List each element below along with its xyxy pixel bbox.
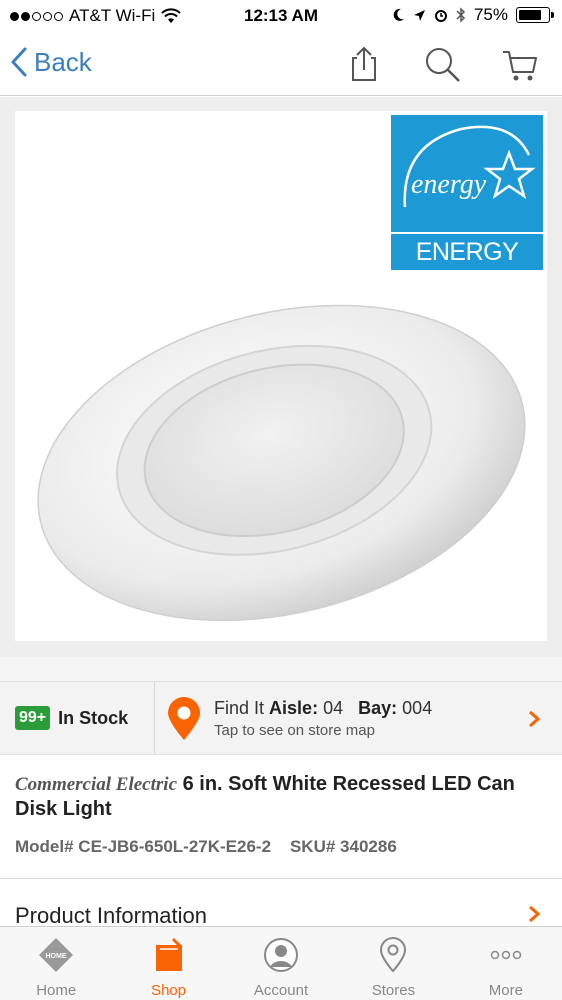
- status-bar: AT&T Wi-Fi 12:13 AM 75%: [0, 0, 562, 32]
- bay-label: Bay:: [358, 698, 398, 718]
- search-icon[interactable]: [422, 44, 462, 84]
- tab-label: Shop: [151, 982, 187, 999]
- model-label: Model#: [15, 837, 74, 856]
- shop-icon: [155, 937, 182, 971]
- store-availability-row[interactable]: 99+ In Stock Find It Aisle: 04 Bay: 004 …: [0, 681, 562, 755]
- tab-home[interactable]: HOME Home: [0, 927, 112, 1000]
- back-label: Back: [34, 46, 92, 77]
- bluetooth-icon: [456, 7, 466, 23]
- battery-percent: 75%: [473, 5, 508, 24]
- model-sku-line: Model# CE-JB6-650L-27K-E26-2 SKU# 340286: [15, 837, 397, 857]
- chevron-right-icon: [529, 710, 540, 728]
- cart-icon[interactable]: [500, 44, 540, 84]
- bay-value: 004: [402, 698, 433, 718]
- product-image-area: energy ENERGY STAR: [0, 97, 562, 657]
- aisle-value: 04: [323, 698, 344, 718]
- tab-label: Home: [36, 982, 77, 999]
- section-divider: [0, 657, 562, 681]
- battery-icon: [516, 7, 554, 23]
- account-icon: [264, 938, 299, 972]
- find-it-prefix: Find It: [214, 698, 265, 718]
- product-title: Commercial Electric 6 in. Soft White Rec…: [15, 772, 545, 821]
- more-dots-icon: [490, 950, 522, 960]
- chevron-right-icon: [529, 905, 540, 923]
- model-value: CE-JB6-650L-27K-E26-2: [78, 837, 272, 856]
- stock-separator: [154, 682, 155, 754]
- moon-icon: [393, 8, 404, 21]
- chevron-left-icon: [11, 47, 27, 77]
- store-map-hint: Tap to see on store map: [214, 722, 375, 739]
- tab-label: Account: [253, 982, 309, 999]
- tab-more[interactable]: More: [450, 927, 562, 1000]
- share-icon[interactable]: [344, 44, 384, 84]
- back-button[interactable]: Back: [10, 46, 92, 78]
- tab-shop[interactable]: Shop: [112, 927, 224, 1000]
- stock-status: 99+ In Stock: [15, 706, 128, 730]
- energy-star-badge: energy ENERGY STAR: [391, 115, 543, 302]
- energy-star-label: ENERGY STAR: [391, 232, 543, 302]
- brand-name[interactable]: Commercial Electric: [15, 774, 177, 795]
- aisle-label: Aisle:: [269, 698, 319, 718]
- product-image[interactable]: energy ENERGY STAR: [15, 111, 547, 641]
- sku-label: SKU#: [289, 837, 336, 856]
- navigation-bar: Back: [0, 32, 562, 96]
- svg-text:energy: energy: [411, 169, 487, 200]
- product-title-block: Commercial Electric 6 in. Soft White Rec…: [15, 772, 545, 821]
- svg-text:HOME: HOME: [46, 953, 67, 960]
- find-it-location: Find It Aisle: 04 Bay: 004: [214, 698, 432, 719]
- tab-label: More: [488, 982, 523, 999]
- stores-pin-icon: [380, 937, 407, 973]
- energy-star-logo-icon: energy: [403, 125, 536, 208]
- alarm-icon: [434, 10, 447, 22]
- sku-value: 340286: [340, 837, 397, 856]
- tab-bar: HOME Home Shop Account Stores More: [0, 926, 562, 1000]
- home-depot-logo-icon: HOME: [39, 938, 74, 972]
- tab-label: Stores: [371, 982, 416, 999]
- location-arrow-icon: [413, 9, 425, 21]
- tab-account[interactable]: Account: [225, 927, 337, 1000]
- tab-stores[interactable]: Stores: [337, 927, 449, 1000]
- stock-label: In Stock: [58, 707, 129, 728]
- stock-count-badge: 99+: [15, 706, 51, 730]
- location-pin-icon: [168, 697, 200, 740]
- status-right: 75%: [393, 5, 554, 25]
